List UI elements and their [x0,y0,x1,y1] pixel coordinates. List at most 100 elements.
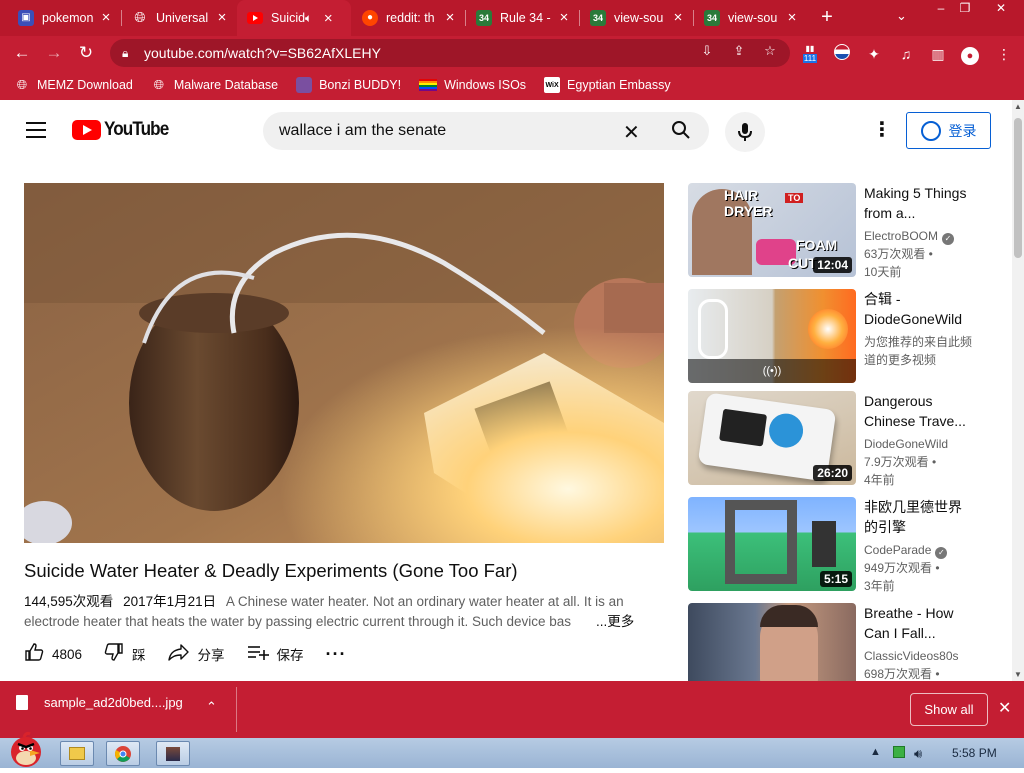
tab-universal[interactable]: 🌐︎ Universal × [122,2,236,33]
search-icon[interactable] [671,120,691,145]
minimize-icon[interactable]: – [930,0,952,18]
profile-avatar-icon[interactable]: ● [960,44,980,65]
recommendation-item[interactable]: HAIR DRYER TO FOAM CUT 12:04 Making 5 Th… [688,183,1008,279]
volume-tray-icon[interactable]: 🔊︎ [914,746,922,762]
side-panel-icon[interactable]: ▥ [928,44,948,64]
network-tray-icon[interactable] [893,746,905,761]
channel-name[interactable]: ElectroBOOM ✓ [864,227,974,245]
video-description[interactable]: 144,595次观看 2017年1月21日 A Chinese water he… [24,592,639,632]
bookmark-egyptian-embassy[interactable]: WiX Egyptian Embassy [544,77,671,93]
clear-search-icon[interactable]: ✕ [623,120,640,145]
scroll-down-icon[interactable]: ▼ [1012,670,1024,679]
back-arrow-icon[interactable]: ← [10,41,34,65]
tab-close-icon[interactable]: × [98,9,114,26]
extension-badge-icon[interactable]: ▮▮ 111 [800,44,820,64]
recommendation-title[interactable]: 非欧几里德世界的引擎 [864,497,968,537]
recommendation-item[interactable]: Breathe - How Can I Fall... ClassicVideo… [688,603,1008,681]
tab-title: Universal [156,10,209,25]
dislike-button[interactable]: 踩 [104,642,146,667]
recommendation-title[interactable]: Dangerous Chinese Trave... [864,391,968,431]
extensions-puzzle-icon[interactable]: ✦ [864,44,884,64]
video-thumbnail[interactable]: HAIR DRYER TO FOAM CUT 12:04 [688,183,856,277]
channel-name[interactable]: CodeParade ✓ [864,541,974,559]
search-input[interactable] [279,122,619,140]
tab-view-source-2[interactable]: 34 view-sou × [694,2,806,33]
page-scrollbar[interactable]: ▲ ▼ [1012,100,1024,681]
recommendation-item[interactable]: ((•)) 合辑 - DiodeGoneWild 为您推荐的来自此频道的更多视频 [688,289,1008,383]
share-button[interactable]: 分享 [167,643,225,666]
flag-extension-icon[interactable] [832,44,852,64]
rainbow-flag-icon [419,79,438,91]
like-button[interactable]: 4806 [24,642,82,667]
new-tab-button[interactable]: + [816,6,838,28]
tray-expand-icon[interactable]: ▲ [870,746,881,758]
speaker-icon[interactable]: 🔈︎ [305,11,312,26]
forward-arrow-icon[interactable]: → [42,41,66,65]
video-thumbnail[interactable] [688,603,856,681]
video-thumbnail[interactable]: 5:15 [688,497,856,591]
tab-close-icon[interactable]: × [784,9,800,26]
app-taskbar-icon[interactable] [156,741,190,766]
channel-name[interactable]: DiodeGoneWild [864,435,974,453]
restore-icon[interactable]: ❐ [954,0,976,18]
save-button[interactable]: 保存 [247,644,304,665]
reload-icon[interactable]: ↻ [74,41,98,65]
tab-rule34[interactable]: 34 Rule 34 - × [466,2,578,33]
scrollbar-thumb[interactable] [1014,118,1022,258]
download-item[interactable]: sample_ad2d0bed....jpg [16,695,183,710]
recommendation-title[interactable]: Breathe - How Can I Fall... [864,603,968,643]
hamburger-menu-icon[interactable] [26,122,46,138]
verified-badge-icon: ✓ [935,547,948,559]
bookmark-malware-database[interactable]: 🌐︎ Malware Database [151,77,278,93]
microphone-icon[interactable] [725,112,765,152]
tab-youtube-active[interactable]: Suicid 🔈︎ × [237,0,351,36]
tab-view-source-1[interactable]: 34 view-sou × [580,2,692,33]
close-window-icon[interactable]: ✕ [990,0,1012,18]
tab-close-icon[interactable]: × [214,9,230,26]
angry-bird-start-icon[interactable] [4,730,48,768]
lock-icon[interactable]: 🔒︎ [122,46,138,61]
system-clock[interactable]: 5:58 PM [952,746,997,760]
settings-kebab-icon[interactable]: ⋮ [872,120,892,140]
chrome-taskbar-icon[interactable] [106,741,140,766]
upload-age: 10天前 [864,265,902,279]
sign-in-button[interactable]: 登录 [906,112,991,149]
tab-close-icon[interactable]: × [442,9,458,26]
bookmark-windows-isos[interactable]: Windows ISOs [419,78,526,92]
browser-menu-kebab-icon[interactable]: ⋮ [994,44,1014,64]
globe-icon: 🌐︎ [153,77,165,92]
bookmark-bonzi-buddy[interactable]: Bonzi BUDDY! [296,77,401,93]
media-control-icon[interactable]: ♫ [896,44,916,64]
tab-close-icon[interactable]: × [556,9,572,26]
bookmark-memz[interactable]: 🌐︎ MEMZ Download [14,77,133,93]
tab-reddit[interactable]: ● reddit: th × [352,2,464,33]
video-player[interactable] [24,183,664,543]
address-bar[interactable]: 🔒︎ youtube.com/watch?v=SB62AfXLEHY [110,39,790,67]
show-all-button[interactable]: Show all [910,693,988,726]
show-more-link[interactable]: ...更多 [592,612,635,632]
mix-thumbnail[interactable]: ((•)) [688,289,856,383]
tab-search-chevron-icon[interactable]: ⌄ [896,8,907,24]
tab-close-icon[interactable]: × [670,9,686,26]
tab-close-icon[interactable]: × [320,10,336,27]
tab-pokemon[interactable]: ▣ pokemon × [8,2,120,33]
recommendation-title[interactable]: Making 5 Things from a... [864,183,968,223]
more-actions-icon[interactable]: ··· [326,644,347,665]
channel-name[interactable]: ClassicVideos80s [864,647,974,665]
share-icon[interactable]: ⇪ [730,42,748,60]
chevron-up-icon[interactable]: ⌃ [206,699,217,715]
video-thumbnail[interactable]: 26:20 [688,391,856,485]
image-file-icon [16,695,28,710]
browser-toolbar: ← → ↻ 🔒︎ youtube.com/watch?v=SB62AfXLEHY… [0,36,1024,70]
youtube-logo[interactable]: YouTube [72,119,175,141]
close-downloads-icon[interactable]: ✕ [998,698,1011,718]
scroll-up-icon[interactable]: ▲ [1012,102,1024,111]
recommendation-item[interactable]: 26:20 Dangerous Chinese Trave... DiodeGo… [688,391,1008,487]
recommendation-title[interactable]: 合辑 - DiodeGoneWild [864,289,968,329]
install-app-icon[interactable]: ⇩ [698,42,716,60]
bookmark-star-icon[interactable]: ☆ [761,42,779,60]
add-to-playlist-icon [247,644,269,665]
explorer-taskbar-icon[interactable] [60,741,94,766]
recommendation-item[interactable]: 5:15 非欧几里德世界的引擎 CodeParade ✓ 949万次观看 • 3年… [688,497,1008,593]
url-text[interactable]: youtube.com/watch?v=SB62AfXLEHY [144,45,381,61]
